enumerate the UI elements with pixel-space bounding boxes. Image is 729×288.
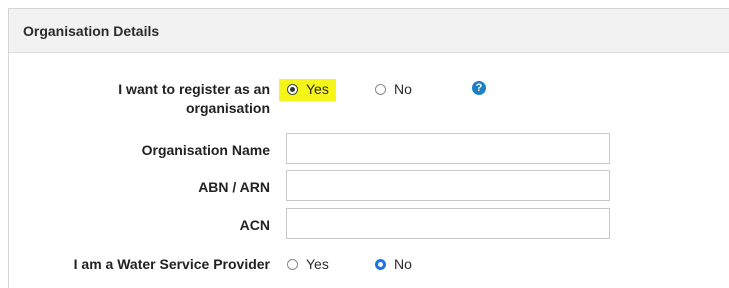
water-no-label: No <box>394 256 412 272</box>
help-icon[interactable]: ? <box>472 81 486 95</box>
radio-unchecked-icon <box>375 83 386 95</box>
org-name-input[interactable] <box>286 133 610 164</box>
org-name-label: Organisation Name <box>141 142 270 158</box>
abn-label: ABN / ARN <box>198 179 270 195</box>
panel-title: Organisation Details <box>23 23 160 39</box>
register-no-radio[interactable]: No <box>375 81 412 97</box>
radio-checked-icon <box>287 83 298 95</box>
water-provider-label: I am a Water Service Provider <box>73 256 270 272</box>
register-label-line2: organisation <box>185 100 270 116</box>
register-no-label: No <box>394 81 412 97</box>
water-yes-label: Yes <box>306 256 329 272</box>
panel-header: Organisation Details <box>9 9 729 53</box>
register-organisation-label: I want to register as an organisation <box>118 80 270 118</box>
water-no-radio[interactable]: No <box>375 256 412 272</box>
radio-checked-icon <box>375 258 386 270</box>
radio-unchecked-icon <box>287 258 298 270</box>
register-yes-radio[interactable]: Yes <box>287 81 329 97</box>
acn-label: ACN <box>239 217 270 233</box>
acn-input[interactable] <box>286 208 610 239</box>
water-yes-radio[interactable]: Yes <box>287 256 329 272</box>
register-label-line1: I want to register as an <box>118 81 270 97</box>
abn-input[interactable] <box>286 170 610 201</box>
register-yes-label: Yes <box>306 81 329 97</box>
